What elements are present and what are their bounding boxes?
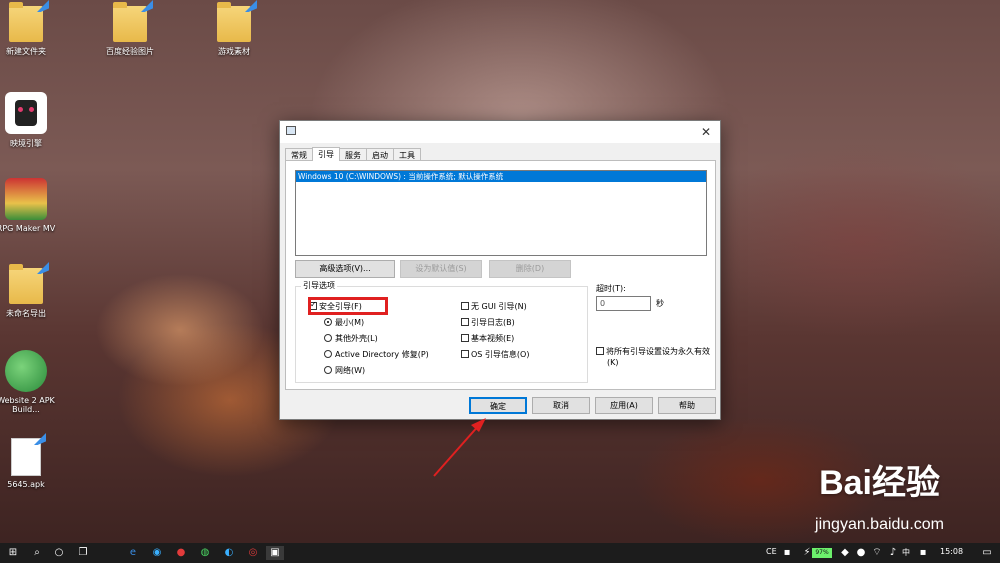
tab-boot[interactable]: 引导 bbox=[312, 147, 340, 161]
app-icon-blue[interactable]: ◉ bbox=[150, 546, 164, 560]
desktop-icon-new-folder[interactable]: 新建文件夹 bbox=[0, 0, 56, 57]
desktop-icon-rpg-maker[interactable]: RPG Maker MV bbox=[0, 178, 56, 233]
cancel-button[interactable]: 取消 bbox=[532, 397, 590, 414]
cortana-icon[interactable]: ○ bbox=[52, 546, 66, 560]
desktop-icon-label: RPG Maker MV bbox=[0, 224, 56, 233]
radio-network-label: 网络(W) bbox=[335, 366, 366, 375]
boot-log-checkbox[interactable]: 引导日志(B) bbox=[461, 318, 515, 328]
tray-icon-1[interactable]: ◆ bbox=[838, 546, 852, 560]
os-boot-info-label: OS 引导信息(O) bbox=[471, 350, 530, 359]
checkbox-icon bbox=[461, 318, 469, 326]
apply-button[interactable]: 应用(A) bbox=[595, 397, 653, 414]
checkbox-icon bbox=[596, 347, 604, 355]
title-bar: ✕ bbox=[280, 121, 720, 143]
msconfig-icon bbox=[286, 126, 296, 135]
radio-selected-icon bbox=[324, 318, 332, 326]
desktop-icon-label: Website 2 APK Build... bbox=[0, 396, 55, 414]
taskbar: ⊞ ⌕ ○ ❐ e ◉ ● ◍ ◐ ◎ ▣ CE ▪ ⚡ 97% ◆ ● ⌔ ♪… bbox=[0, 543, 1000, 563]
radio-alternate-shell-label: 其他外壳(L) bbox=[335, 334, 378, 343]
netease-music-icon[interactable]: ◎ bbox=[246, 546, 260, 560]
edge-icon[interactable]: e bbox=[126, 546, 140, 560]
make-permanent-accel: (K) bbox=[607, 358, 619, 367]
radio-ad-repair[interactable]: Active Directory 修复(P) bbox=[324, 350, 429, 360]
radio-icon bbox=[324, 366, 332, 374]
base-video-checkbox[interactable]: 基本视频(E) bbox=[461, 334, 514, 344]
baidu-watermark-url: jingyan.baidu.com bbox=[815, 516, 944, 533]
folder-icon bbox=[113, 0, 153, 42]
close-icon[interactable]: ✕ bbox=[698, 124, 714, 140]
app-icon-red[interactable]: ● bbox=[174, 546, 188, 560]
checkbox-icon bbox=[461, 350, 469, 358]
radio-minimal-label: 最小(M) bbox=[335, 318, 365, 327]
website2apk-icon bbox=[5, 350, 47, 392]
radio-icon bbox=[324, 350, 332, 358]
folder-icon bbox=[9, 262, 49, 304]
folder-icon bbox=[9, 0, 49, 42]
no-gui-label: 无 GUI 引导(N) bbox=[471, 302, 527, 311]
ok-button[interactable]: 确定 bbox=[469, 397, 527, 414]
desktop-icon-website2apk[interactable]: Website 2 APK Build... bbox=[0, 350, 56, 414]
radio-minimal[interactable]: 最小(M) bbox=[324, 318, 364, 328]
advanced-options-button[interactable]: 高级选项(V)... bbox=[295, 260, 395, 278]
radio-icon bbox=[324, 334, 332, 342]
timeout-input[interactable]: 0 bbox=[596, 296, 651, 311]
tray-icon-3[interactable]: ▪ bbox=[916, 546, 930, 560]
desktop-icon-label: 未命名导出 bbox=[6, 309, 46, 318]
desktop-icon-label: 游戏素材 bbox=[218, 47, 250, 56]
ime-indicator[interactable]: 中 bbox=[902, 547, 910, 558]
task-view-icon[interactable]: ❐ bbox=[76, 546, 90, 560]
os-list[interactable]: Windows 10 (C:\WINDOWS) : 当前操作系统; 默认操作系统 bbox=[295, 170, 707, 256]
make-permanent-checkbox[interactable]: 将所有引导设置设为永久有效 bbox=[596, 347, 710, 357]
windows-start-icon[interactable]: ⊞ bbox=[6, 546, 20, 560]
radio-network[interactable]: 网络(W) bbox=[324, 366, 365, 376]
desktop-icon-label: 映境引擎 bbox=[10, 139, 42, 148]
timeout-unit: 秒 bbox=[656, 299, 664, 308]
checkbox-icon bbox=[461, 302, 469, 310]
os-entry[interactable]: Windows 10 (C:\WINDOWS) : 当前操作系统; 默认操作系统 bbox=[296, 171, 706, 182]
tab-strip: 常规 引导 服务 启动 工具 bbox=[285, 147, 421, 161]
folder-icon bbox=[217, 0, 257, 42]
yingjing-app-icon bbox=[5, 92, 47, 134]
baidu-watermark: Bai经验 bbox=[819, 464, 940, 502]
system-config-dialog: ✕ 常规 引导 服务 启动 工具 Windows 10 (C:\WINDOWS)… bbox=[279, 120, 721, 420]
desktop-icon-game-assets[interactable]: 游戏素材 bbox=[204, 0, 264, 57]
notification-icon[interactable]: ▭ bbox=[980, 546, 994, 560]
desktop-icon-label: 新建文件夹 bbox=[6, 47, 46, 56]
rpg-maker-icon bbox=[5, 178, 47, 220]
desktop-icon-baidu-images[interactable]: 百度经验图片 bbox=[100, 0, 160, 57]
wechat-icon[interactable]: ◍ bbox=[198, 546, 212, 560]
msconfig-taskbar-icon[interactable]: ▣ bbox=[266, 546, 284, 560]
highlight-box bbox=[308, 297, 388, 315]
radio-ad-repair-label: Active Directory 修复(P) bbox=[335, 350, 429, 359]
tray-icon-2[interactable]: ● bbox=[854, 546, 868, 560]
desktop-icon-label: 百度经验图片 bbox=[106, 47, 154, 56]
radio-alternate-shell[interactable]: 其他外壳(L) bbox=[324, 334, 378, 344]
checkbox-icon bbox=[461, 334, 469, 342]
desktop-icon-apk-file[interactable]: 5645.apk bbox=[0, 433, 56, 489]
help-button[interactable]: 帮助 bbox=[658, 397, 716, 414]
boot-log-label: 引导日志(B) bbox=[471, 318, 515, 327]
tray-app-icon[interactable]: ▪ bbox=[780, 546, 794, 560]
os-boot-info-checkbox[interactable]: OS 引导信息(O) bbox=[461, 350, 529, 360]
desktop-icon-unnamed-export[interactable]: 未命名导出 bbox=[0, 262, 56, 319]
tray-lang[interactable]: CE bbox=[766, 547, 777, 556]
desktop-icon-label: 5645.apk bbox=[7, 480, 45, 489]
desktop-icon-yingjing-engine[interactable]: 映境引擎 bbox=[0, 92, 56, 149]
no-gui-checkbox[interactable]: 无 GUI 引导(N) bbox=[461, 302, 527, 312]
search-icon[interactable]: ⌕ bbox=[30, 546, 44, 560]
boot-panel: Windows 10 (C:\WINDOWS) : 当前操作系统; 默认操作系统… bbox=[285, 160, 716, 390]
timeout-label: 超时(T): bbox=[596, 284, 626, 293]
wifi-icon[interactable]: ⌔ bbox=[870, 546, 884, 560]
qq-browser-icon[interactable]: ◐ bbox=[222, 546, 236, 560]
make-permanent-label: 将所有引导设置设为永久有效 bbox=[606, 347, 710, 356]
base-video-label: 基本视频(E) bbox=[471, 334, 515, 343]
boot-options-label: 引导选项 bbox=[301, 280, 337, 291]
set-default-button[interactable]: 设为默认值(S) bbox=[400, 260, 482, 278]
volume-icon[interactable]: ♪ bbox=[886, 546, 900, 560]
battery-indicator[interactable]: 97% bbox=[812, 548, 832, 558]
clock[interactable]: 15:08 bbox=[940, 547, 963, 556]
delete-button[interactable]: 删除(D) bbox=[489, 260, 571, 278]
file-icon bbox=[11, 433, 46, 476]
